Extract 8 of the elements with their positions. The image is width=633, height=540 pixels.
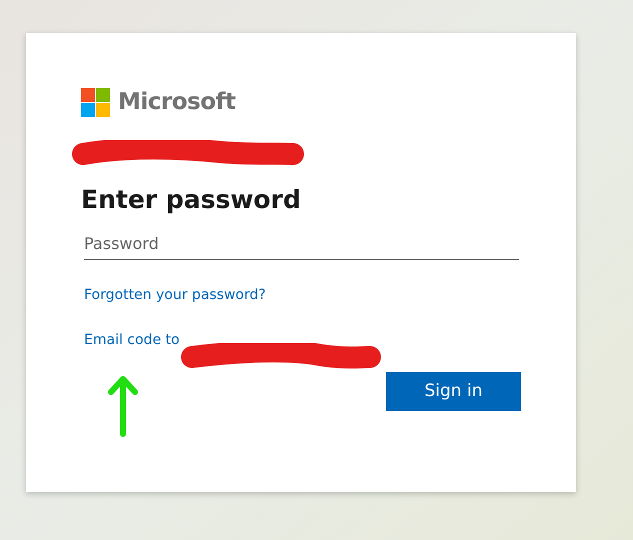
logo-wordmark: Microsoft bbox=[118, 91, 236, 114]
page-heading: Enter password bbox=[81, 184, 301, 216]
password-field[interactable]: Password bbox=[84, 228, 519, 260]
arrow-annotation bbox=[105, 374, 141, 438]
logo-icon bbox=[81, 88, 110, 117]
forgot-password-link[interactable]: Forgotten your password? bbox=[84, 285, 266, 306]
sign-in-button[interactable]: Sign in bbox=[386, 372, 521, 411]
email-code-link[interactable]: Email code to bbox=[84, 330, 180, 351]
